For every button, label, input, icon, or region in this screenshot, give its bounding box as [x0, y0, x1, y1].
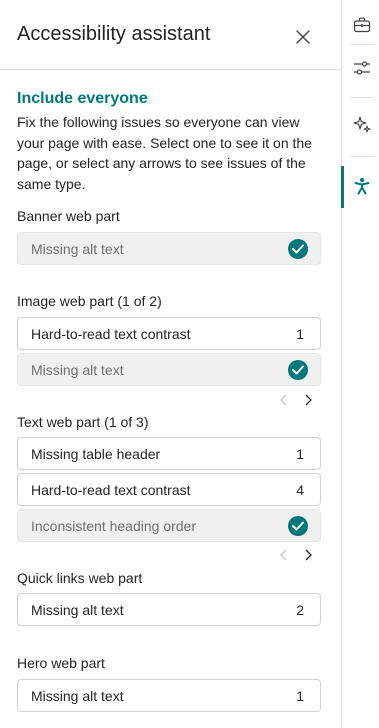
section-title-quick-links: Quick links web part: [17, 570, 143, 586]
issue-label: Missing alt text: [31, 688, 124, 704]
panel-header: Accessibility assistant: [0, 0, 341, 70]
rail-divider: [350, 97, 374, 98]
right-tool-rail: [341, 0, 379, 728]
check-icon: [288, 360, 308, 380]
section-title-hero: Hero web part: [17, 655, 105, 671]
issue-count: 1: [296, 446, 304, 462]
section-title-image: Image web part (1 of 2): [17, 293, 162, 309]
image-section-pager: [277, 392, 317, 408]
issue-item-image-contrast[interactable]: Hard-to-read text contrast 1: [17, 317, 321, 350]
chevron-left-icon[interactable]: [277, 547, 291, 563]
issue-label: Missing alt text: [31, 602, 124, 618]
issue-label: Missing alt text: [31, 241, 124, 257]
chevron-right-icon[interactable]: [301, 547, 315, 563]
check-icon: [288, 516, 308, 536]
issue-count: 1: [296, 688, 304, 704]
sparkle-icon[interactable]: [353, 115, 371, 133]
issue-count: 1: [296, 326, 304, 342]
accessibility-panel: Accessibility assistant Include everyone…: [0, 0, 341, 728]
issue-item-text-contrast[interactable]: Hard-to-read text contrast 4: [17, 473, 321, 506]
issue-item-text-heading-order[interactable]: Inconsistent heading order: [17, 509, 321, 542]
close-icon[interactable]: [293, 27, 313, 47]
issue-item-text-table-header[interactable]: Missing table header 1: [17, 437, 321, 470]
issue-item-banner-missing-alt[interactable]: Missing alt text: [17, 232, 321, 265]
issue-count: 2: [296, 602, 304, 618]
chevron-right-icon[interactable]: [301, 392, 315, 408]
issue-label: Missing table header: [31, 446, 161, 462]
issue-count: 4: [296, 482, 304, 498]
accessibility-icon[interactable]: [353, 177, 371, 195]
intro-text: Fix the following issues so everyone can…: [17, 114, 312, 192]
issue-label: Inconsistent heading order: [31, 518, 196, 534]
rail-divider: [350, 44, 374, 45]
issue-item-quick-links-missing-alt[interactable]: Missing alt text 2: [17, 593, 321, 626]
issue-label: Missing alt text: [31, 362, 124, 378]
check-icon: [288, 239, 308, 259]
panel-title: Accessibility assistant: [17, 23, 211, 45]
sliders-icon[interactable]: [353, 59, 371, 77]
text-section-pager: [277, 547, 317, 563]
section-title-banner: Banner web part: [17, 208, 120, 224]
issue-item-hero-missing-alt[interactable]: Missing alt text 1: [17, 679, 321, 712]
issue-item-image-missing-alt[interactable]: Missing alt text: [17, 353, 321, 386]
intro-title: Include everyone: [17, 90, 148, 107]
rail-divider: [350, 156, 374, 157]
issue-label: Hard-to-read text contrast: [31, 326, 191, 342]
issue-label: Hard-to-read text contrast: [31, 482, 191, 498]
section-title-text: Text web part (1 of 3): [17, 414, 149, 430]
toolbox-icon[interactable]: [353, 16, 371, 34]
active-indicator: [341, 166, 344, 208]
chevron-left-icon[interactable]: [277, 392, 291, 408]
panel-content: Include everyone Fix the following issue…: [0, 71, 341, 728]
